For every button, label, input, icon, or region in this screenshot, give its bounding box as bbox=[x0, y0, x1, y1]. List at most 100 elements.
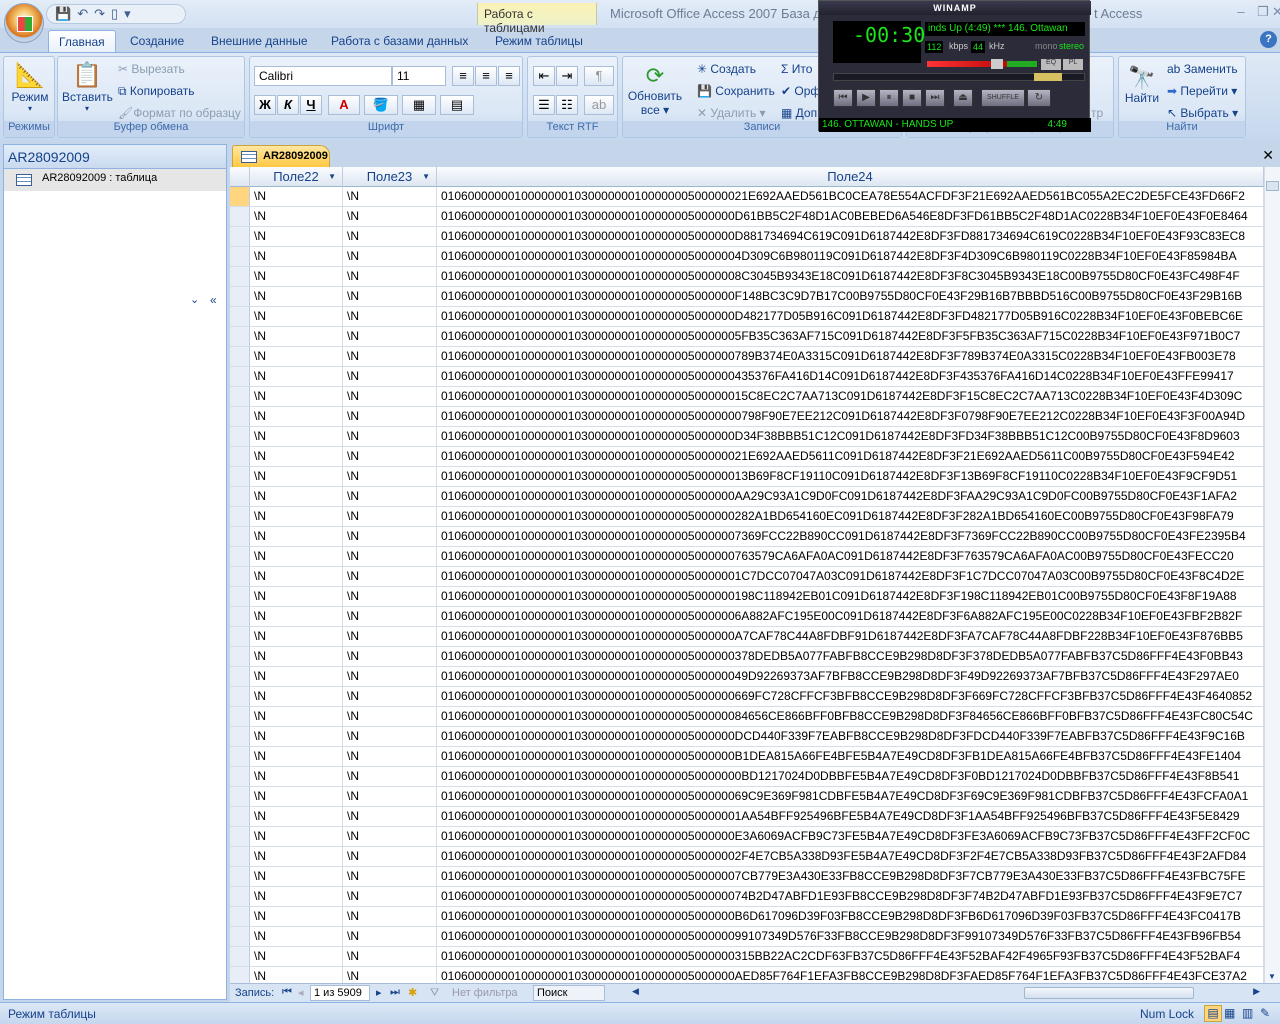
table-cell[interactable]: 0106000000010000000103000000010000000500… bbox=[437, 527, 1264, 547]
pause-icon[interactable]: ⏸ bbox=[879, 89, 899, 107]
alternate-fill-icon[interactable]: ▤ bbox=[440, 95, 474, 115]
row-selector[interactable] bbox=[230, 347, 250, 367]
playlist-button[interactable]: PL bbox=[1063, 59, 1083, 70]
chevron-down-icon[interactable]: ▼ bbox=[328, 167, 336, 186]
help-icon[interactable]: ? bbox=[1260, 31, 1277, 48]
table-cell[interactable]: \N bbox=[250, 827, 343, 847]
document-tab[interactable]: AR28092009 bbox=[232, 145, 330, 167]
table-cell[interactable]: \N bbox=[343, 527, 437, 547]
font-name-combo[interactable]: Calibri bbox=[254, 66, 392, 86]
customize-qat-icon[interactable]: ▾ bbox=[124, 6, 131, 22]
totals-button[interactable]: Σ Ито bbox=[781, 62, 812, 76]
table-cell[interactable]: \N bbox=[250, 347, 343, 367]
table-cell[interactable]: \N bbox=[250, 727, 343, 747]
row-selector[interactable] bbox=[230, 327, 250, 347]
row-selector[interactable] bbox=[230, 447, 250, 467]
table-cell[interactable]: 0106000000010000000103000000010000000500… bbox=[437, 607, 1264, 627]
table-cell[interactable]: \N bbox=[250, 887, 343, 907]
bold-button[interactable]: Ж bbox=[254, 95, 276, 115]
row-selector[interactable] bbox=[230, 207, 250, 227]
copy-button[interactable]: ⧉ Копировать bbox=[118, 84, 195, 99]
seek-bar[interactable] bbox=[833, 73, 1085, 81]
table-cell[interactable]: \N bbox=[250, 947, 343, 967]
table-cell[interactable]: \N bbox=[343, 347, 437, 367]
row-selector[interactable] bbox=[230, 567, 250, 587]
table-row[interactable]: \N \N 010600000001000000010300000001000000… bbox=[230, 207, 1264, 227]
table-row[interactable]: \N \N 010600000001000000010300000001000000… bbox=[230, 487, 1264, 507]
table-cell[interactable]: 0106000000010000000103000000010000000500… bbox=[437, 467, 1264, 487]
table-cell[interactable]: 0106000000010000000103000000010000000500… bbox=[437, 787, 1264, 807]
table-row[interactable]: \N \N 010600000001000000010300000001000000… bbox=[230, 907, 1264, 927]
pivot-chart-view-icon[interactable]: ▥ bbox=[1242, 1006, 1253, 1020]
table-row[interactable]: \N \N 010600000001000000010300000001000000… bbox=[230, 447, 1264, 467]
table-row[interactable]: \N \N 010600000001000000010300000001000000… bbox=[230, 927, 1264, 947]
fill-color-icon[interactable]: 🪣 bbox=[364, 95, 398, 115]
table-cell[interactable]: \N bbox=[250, 927, 343, 947]
close-document-icon[interactable]: ✕ bbox=[1262, 147, 1274, 164]
previous-record-icon[interactable]: ◂ bbox=[298, 986, 304, 999]
nav-pane-header[interactable]: AR28092009 ⌄ « bbox=[4, 145, 226, 307]
table-cell[interactable]: \N bbox=[343, 607, 437, 627]
row-selector[interactable] bbox=[230, 927, 250, 947]
row-selector[interactable] bbox=[230, 507, 250, 527]
table-row[interactable]: \N \N 010600000001000000010300000001000000… bbox=[230, 387, 1264, 407]
undo-icon[interactable]: ↶ bbox=[77, 6, 88, 22]
row-selector[interactable] bbox=[230, 947, 250, 967]
spelling-button[interactable]: ✔ Орф bbox=[781, 84, 820, 98]
table-cell[interactable]: \N bbox=[343, 687, 437, 707]
scroll-right-icon[interactable]: ▶ bbox=[1253, 986, 1260, 997]
table-cell[interactable]: \N bbox=[250, 707, 343, 727]
table-cell[interactable]: \N bbox=[250, 427, 343, 447]
next-record-icon[interactable]: ▸ bbox=[376, 986, 382, 999]
first-record-icon[interactable]: ⏮ bbox=[282, 986, 292, 999]
row-selector[interactable] bbox=[230, 467, 250, 487]
table-cell[interactable]: \N bbox=[343, 827, 437, 847]
table-cell[interactable]: 0106000000010000000103000000010000000500… bbox=[437, 627, 1264, 647]
table-cell[interactable]: \N bbox=[343, 927, 437, 947]
table-cell[interactable]: 0106000000010000000103000000010000000500… bbox=[437, 687, 1264, 707]
table-cell[interactable]: \N bbox=[343, 287, 437, 307]
table-cell[interactable]: \N bbox=[343, 967, 437, 983]
table-row[interactable]: \N \N 010600000001000000010300000001000000… bbox=[230, 427, 1264, 447]
scroll-down-icon[interactable]: ▼ bbox=[1268, 972, 1276, 981]
design-view-icon[interactable]: ✎ bbox=[1260, 1006, 1270, 1020]
table-cell[interactable]: 0106000000010000000103000000010000000500… bbox=[437, 907, 1264, 927]
row-selector[interactable] bbox=[230, 887, 250, 907]
table-cell[interactable]: \N bbox=[343, 427, 437, 447]
table-cell[interactable]: \N bbox=[343, 447, 437, 467]
table-cell[interactable]: \N bbox=[250, 447, 343, 467]
table-cell[interactable]: 0106000000010000000103000000010000000500… bbox=[437, 947, 1264, 967]
table-row[interactable]: \N \N 010600000001000000010300000001000000… bbox=[230, 807, 1264, 827]
column-header-pole24[interactable]: Поле24 bbox=[437, 167, 1264, 187]
table-cell[interactable]: \N bbox=[250, 307, 343, 327]
highlight-icon[interactable]: ab bbox=[584, 95, 614, 115]
table-row[interactable]: \N \N 010600000001000000010300000001000000… bbox=[230, 367, 1264, 387]
table-cell[interactable]: \N bbox=[343, 647, 437, 667]
table-cell[interactable]: \N bbox=[343, 207, 437, 227]
table-cell[interactable]: \N bbox=[250, 227, 343, 247]
table-cell[interactable]: 0106000000010000000103000000010000000500… bbox=[437, 487, 1264, 507]
table-cell[interactable]: 0106000000010000000103000000010000000500… bbox=[437, 447, 1264, 467]
table-cell[interactable]: \N bbox=[343, 247, 437, 267]
gridlines-icon[interactable]: ▦ bbox=[402, 95, 436, 115]
table-cell[interactable]: \N bbox=[343, 887, 437, 907]
row-selector[interactable] bbox=[230, 767, 250, 787]
eq-button[interactable]: EQ bbox=[1041, 59, 1061, 70]
shuffle-button[interactable]: SHUFFLE bbox=[981, 89, 1025, 107]
table-cell[interactable]: \N bbox=[250, 467, 343, 487]
row-selector[interactable] bbox=[230, 187, 250, 207]
table-row[interactable]: \N \N 010600000001000000010300000001000000… bbox=[230, 727, 1264, 747]
table-row[interactable]: \N \N 010600000001000000010300000001000000… bbox=[230, 347, 1264, 367]
row-selector[interactable] bbox=[230, 387, 250, 407]
table-cell[interactable]: \N bbox=[250, 547, 343, 567]
table-row[interactable]: \N \N 010600000001000000010300000001000000… bbox=[230, 847, 1264, 867]
new-record-icon[interactable]: ✱ bbox=[408, 986, 417, 999]
table-cell[interactable]: 0106000000010000000103000000010000000500… bbox=[437, 567, 1264, 587]
table-cell[interactable]: \N bbox=[250, 327, 343, 347]
table-cell[interactable]: 0106000000010000000103000000010000000500… bbox=[437, 427, 1264, 447]
repeat-icon[interactable]: ↻ bbox=[1027, 89, 1051, 107]
table-cell[interactable]: 0106000000010000000103000000010000000500… bbox=[437, 287, 1264, 307]
table-cell[interactable]: 0106000000010000000103000000010000000500… bbox=[437, 807, 1264, 827]
save-record-button[interactable]: 💾 Сохранить bbox=[697, 84, 775, 98]
numbering-icon[interactable]: ☰ bbox=[533, 95, 555, 115]
